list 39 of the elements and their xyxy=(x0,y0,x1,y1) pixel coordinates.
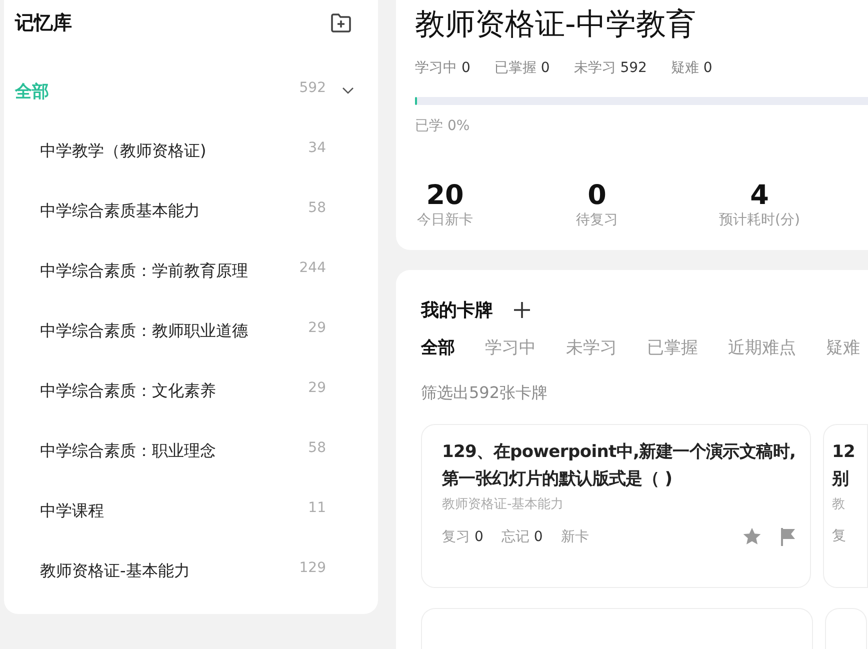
add-icon[interactable] xyxy=(513,301,531,319)
section-title: 我的卡牌 xyxy=(421,299,493,322)
stat-label: 今日新卡 xyxy=(417,211,473,229)
count-stat: 学习中 0 xyxy=(415,59,470,77)
card-deck: 教师资格证-基本能力 xyxy=(442,496,565,513)
sidebar-item[interactable]: 中学课程 11 xyxy=(4,481,378,541)
sidebar-item[interactable]: 中学综合素质：学前教育原理 244 xyxy=(4,241,378,301)
stat-value: 4 xyxy=(750,181,769,211)
count-stat: 疑难 0 xyxy=(670,59,712,77)
chevron-icon[interactable] xyxy=(342,87,354,95)
flag-icon[interactable] xyxy=(780,528,796,546)
stat-value: 0 xyxy=(588,181,606,211)
stat-value: 20 xyxy=(426,181,464,211)
sidebar-item[interactable]: 教师资格证-基本能力 129 xyxy=(4,541,378,601)
flashcard[interactable]: 129、在powerpoint中,新建一个演示文稿时,第一张幻灯片的默认版式是（ ) 教师资格证-基本能力 复习 0 忘记 0 新卡 xyxy=(421,424,811,588)
star-icon[interactable] xyxy=(742,527,762,546)
card-question: 12 别 xyxy=(832,441,856,491)
add-folder-icon[interactable] xyxy=(330,13,352,33)
sidebar-item[interactable]: 中学综合素质基本能力 58 xyxy=(4,181,378,241)
sidebar-item[interactable]: 中学综合素质：职业理念 58 xyxy=(4,421,378,481)
card-question: 129、在powerpoint中,新建一个演示文稿时,第一张幻灯片的默认版式是（ ) xyxy=(442,441,796,491)
stat-label: 预计耗时(分) xyxy=(719,211,800,229)
sidebar-item[interactable]: 中学综合素质：文化素养 29 xyxy=(4,361,378,421)
card-status: 新卡 xyxy=(560,528,589,546)
card-footer-text: 复 xyxy=(832,527,846,545)
filter-result: 筛选出592张卡牌 xyxy=(421,383,549,404)
forget-count: 忘记 0 xyxy=(501,528,543,546)
filter-tab[interactable]: 全部 xyxy=(421,336,455,359)
count-stat: 已掌握 0 xyxy=(494,59,550,77)
deck-title: 教师资格证-中学教育 xyxy=(415,6,697,44)
card-deck: 教 xyxy=(832,496,846,513)
flashcard[interactable]: 12 别 教 复 xyxy=(823,424,868,588)
review-count: 复习 0 xyxy=(442,528,484,546)
sidebar-title: 记忆库 xyxy=(15,11,72,36)
progress-label: 已学 0% xyxy=(415,117,471,135)
stat-label: 待复习 xyxy=(576,211,618,229)
count-stat: 未学习 592 xyxy=(574,59,647,77)
sidebar-item[interactable]: 中学教学（教师资格证) 34 xyxy=(4,121,378,181)
sidebar-item[interactable]: 中学综合素质：教师职业道德 29 xyxy=(4,301,378,361)
